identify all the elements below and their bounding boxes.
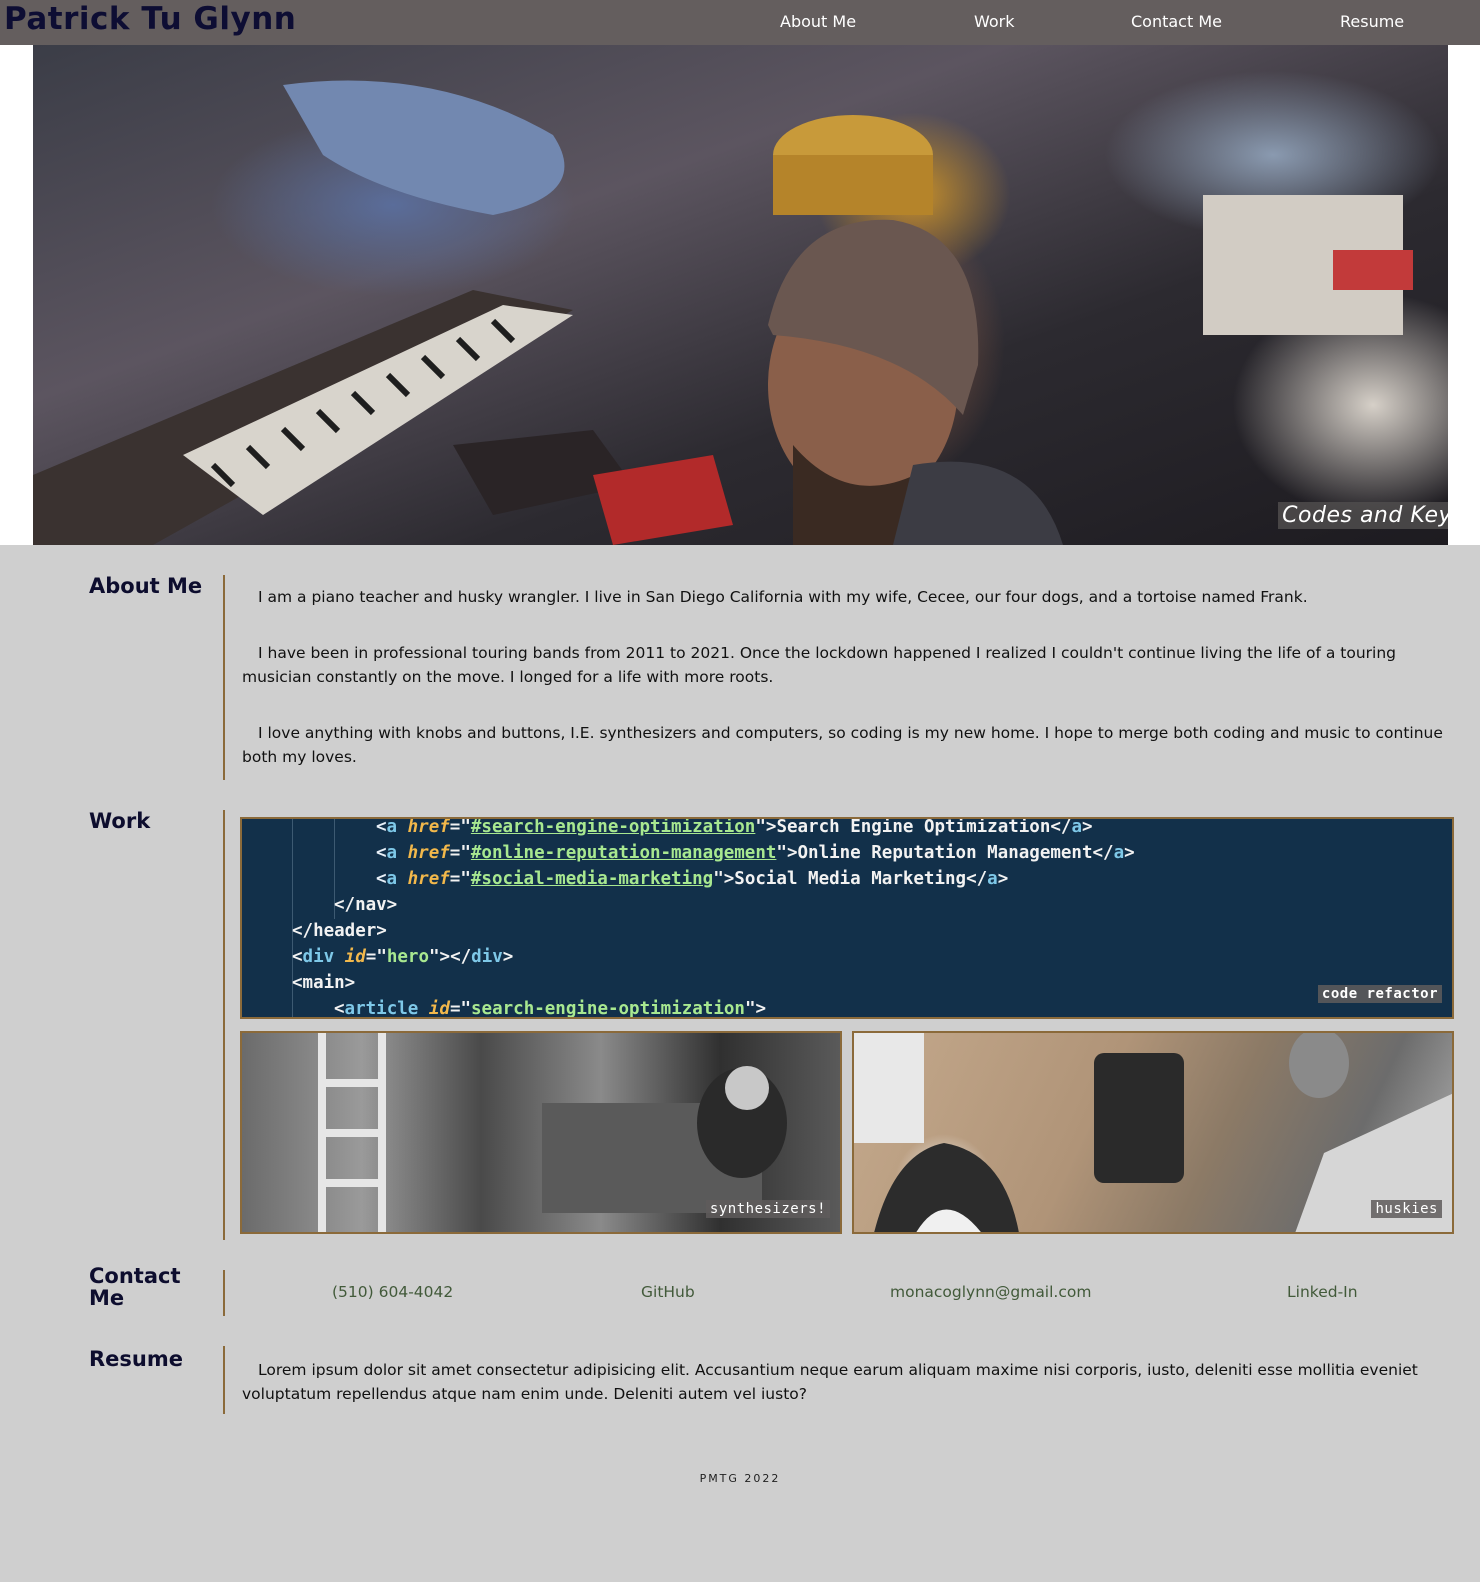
work-card-synthesizers[interactable]: synthesizers! [240, 1031, 842, 1234]
resume-divider [223, 1346, 225, 1414]
code-line-1: <a href="#search-engine-optimization">Se… [376, 817, 1093, 837]
card-caption-huskies: huskies [1371, 1200, 1442, 1218]
code-line-8: <article id="search-engine-optimization"… [334, 999, 767, 1019]
trash-can-shape [1094, 1053, 1184, 1183]
site-brand[interactable]: Patrick Tu Glynn [4, 0, 296, 38]
husky-2-shape [1289, 1033, 1349, 1098]
shelving-shape [318, 1033, 386, 1232]
nav-link-resume[interactable]: Resume [1340, 12, 1404, 31]
about-paragraph-2: I have been in professional touring band… [242, 644, 1397, 686]
contact-title: Contact Me [89, 1264, 181, 1310]
hero-illustration [33, 80, 1413, 545]
hero-image: Codes and Keys [33, 45, 1448, 545]
hero-caption: Codes and Keys [1278, 502, 1448, 529]
work-card-huskies[interactable]: huskies [852, 1031, 1454, 1234]
hoodie-shape [893, 461, 1063, 545]
about-divider [223, 575, 225, 780]
work-divider [223, 810, 225, 1240]
code-line-2: <a href="#online-reputation-management">… [376, 843, 1135, 863]
huskies-illustration [854, 1033, 1452, 1232]
nav-link-work[interactable]: Work [974, 12, 1015, 31]
fridge-shape [854, 1033, 924, 1143]
contact-linkedin-link[interactable]: Linked-In [1287, 1283, 1358, 1301]
hero-section: Codes and Keys [0, 45, 1480, 545]
contact-email-link[interactable]: monacoglynn@gmail.com [890, 1283, 1091, 1301]
red-box-shape [1333, 250, 1413, 290]
jeans-shape [283, 80, 565, 215]
about-title: About Me [89, 574, 203, 598]
about-paragraph-3: I love anything with knobs and buttons, … [242, 724, 1443, 766]
card-caption-synthesizers: synthesizers! [705, 1200, 830, 1218]
contact-divider [223, 1270, 225, 1316]
code-line-4: </nav> [334, 895, 398, 915]
contact-phone-link[interactable]: (510) 604-4042 [332, 1283, 453, 1301]
work-title: Work [89, 809, 151, 833]
worker-head-shape [725, 1066, 769, 1110]
code-line-6: <div id="hero"></div> [292, 947, 514, 967]
resume-title: Resume [89, 1347, 183, 1371]
resume-text: Lorem ipsum dolor sit amet consectetur a… [242, 1361, 1418, 1403]
contact-github-link[interactable]: GitHub [641, 1283, 695, 1301]
about-paragraph-1: I am a piano teacher and husky wrangler.… [258, 588, 1308, 606]
site-header: Patrick Tu Glynn About Me Work Contact M… [0, 0, 1480, 45]
code-line-3: <a href="#social-media-marketing">Social… [376, 869, 1009, 889]
drum-side-shape [773, 155, 933, 215]
nav-link-about-me[interactable]: About Me [780, 12, 856, 31]
code-line-7: <main> [292, 973, 356, 993]
code-line-5: </header> [292, 921, 387, 941]
site-footer: PMTG 2022 [699, 1472, 781, 1485]
work-card-code-refactor[interactable]: <a href="#search-engine-optimization">Se… [240, 817, 1454, 1019]
nav-link-contact-me[interactable]: Contact Me [1131, 12, 1222, 31]
card-caption-code-refactor: code refactor [1317, 985, 1442, 1003]
